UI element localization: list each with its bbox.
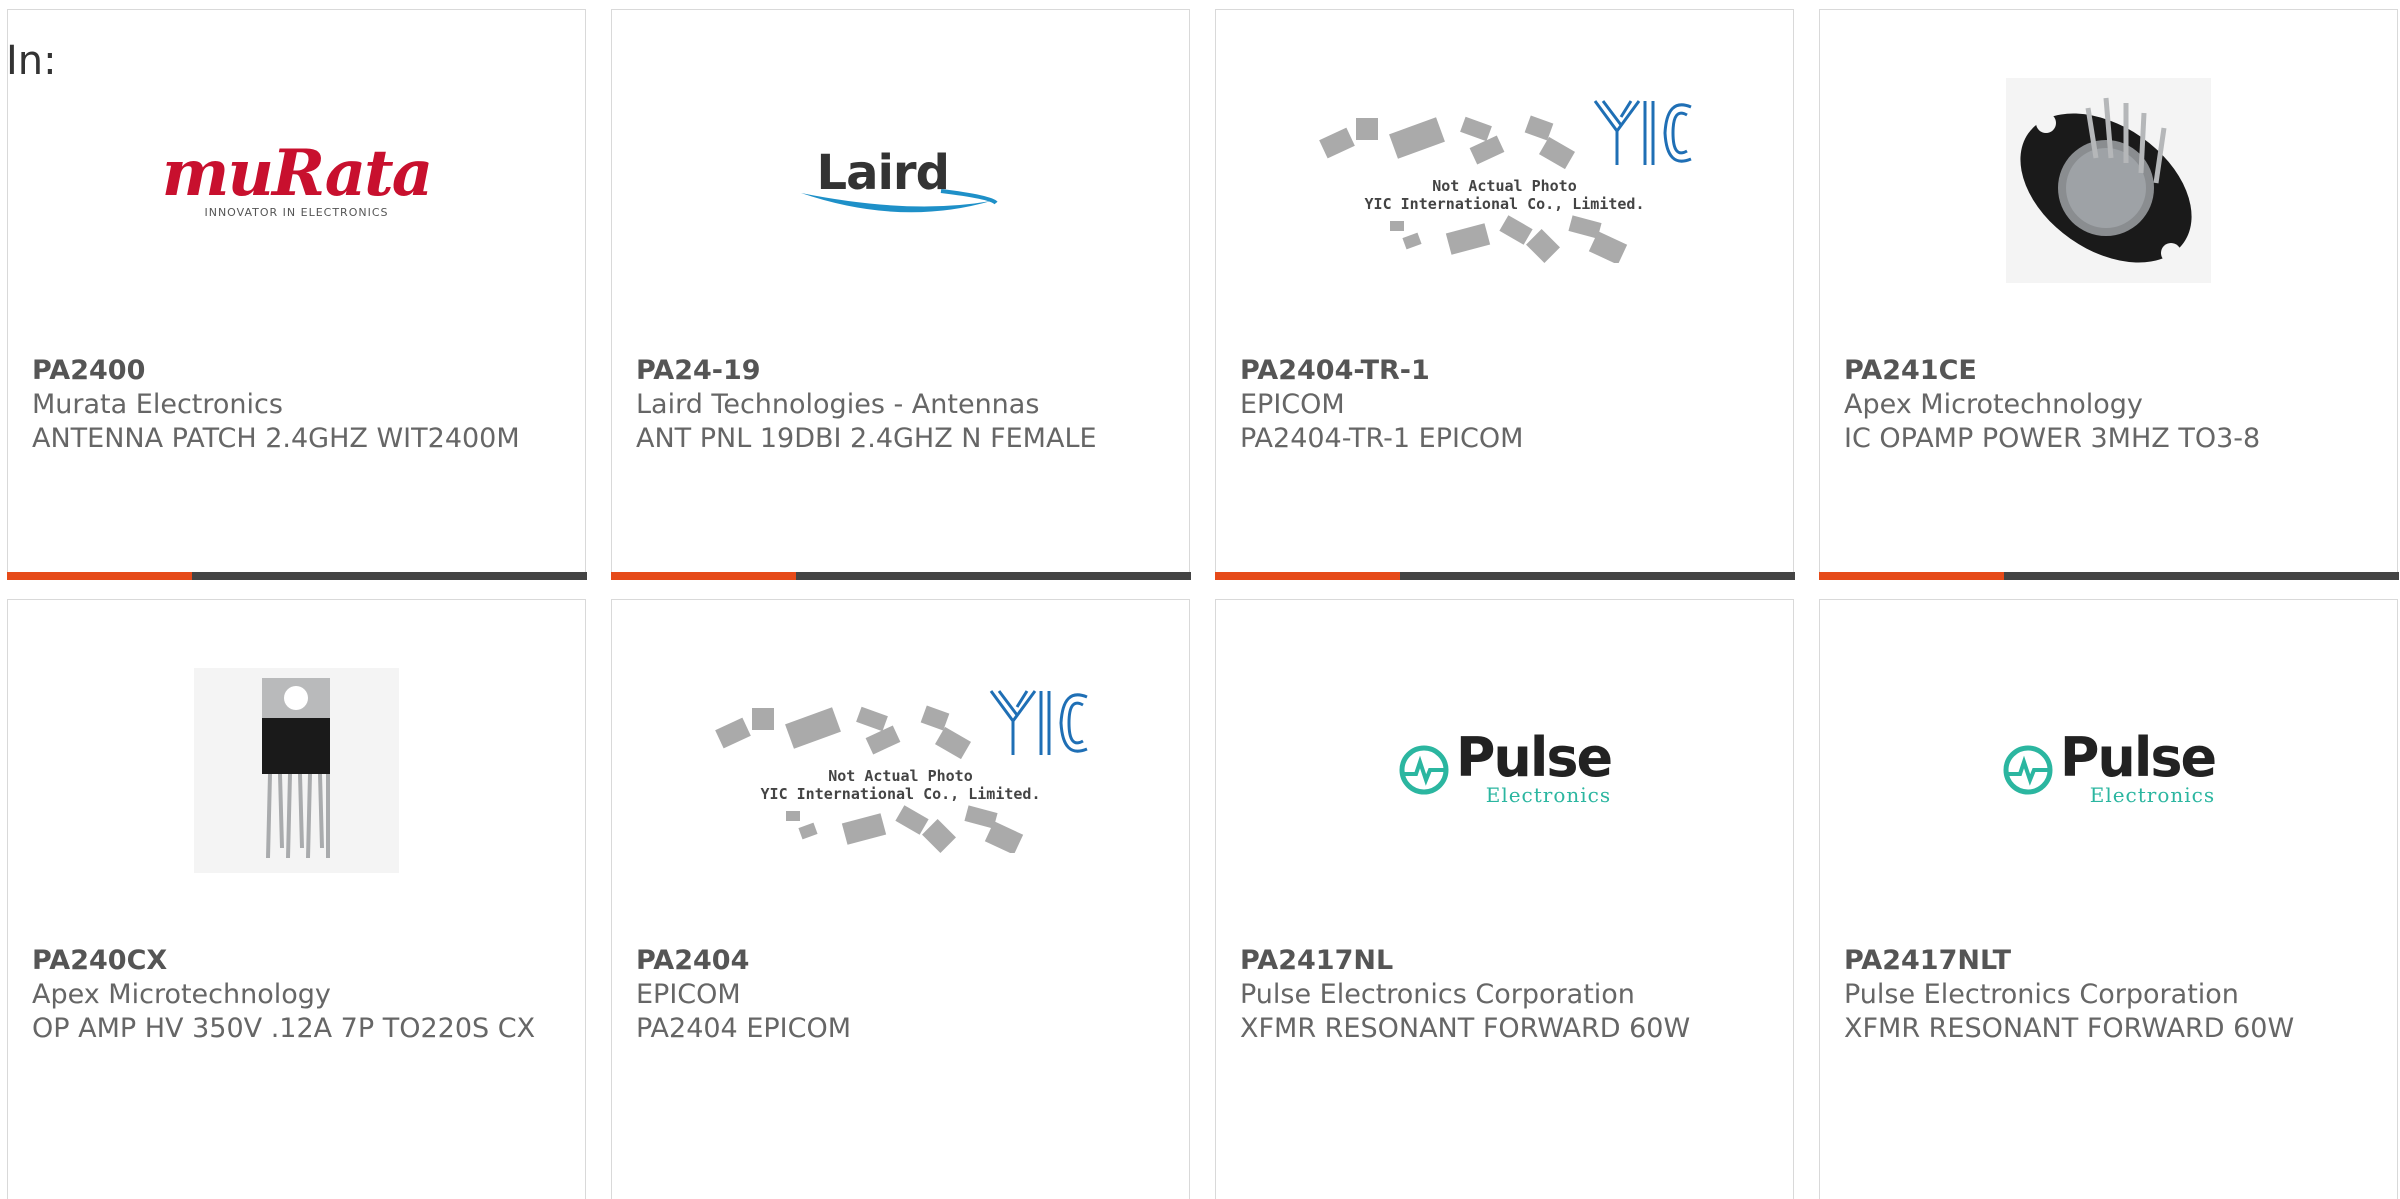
manufacturer: Pulse Electronics Corporation bbox=[1844, 979, 2239, 1010]
product-card[interactable]: Pulse Electronics PA2417NLT Pulse Electr… bbox=[1819, 599, 2398, 1199]
part-number-link[interactable]: PA241CE bbox=[1844, 354, 2377, 388]
product-info: PA2404 EPICOM PA2404 EPICOM bbox=[636, 944, 1169, 1046]
description: IC OPAMP POWER 3MHZ TO3-8 bbox=[1844, 423, 2261, 454]
yic-placeholder-icon: Not Actual Photo YIC International Co., … bbox=[708, 683, 1093, 857]
filter-label: In: bbox=[6, 38, 57, 84]
pulse-logo-icon: Pulse Electronics bbox=[2002, 726, 2217, 807]
product-info: PA2400 Murata Electronics ANTENNA PATCH … bbox=[32, 354, 565, 456]
placeholder-company: YIC International Co., Limited. bbox=[1364, 195, 1645, 213]
to220-package-icon bbox=[194, 667, 399, 873]
manufacturer: Pulse Electronics Corporation bbox=[1240, 979, 1635, 1010]
manufacturer: Apex Microtechnology bbox=[32, 979, 331, 1010]
card-bottom-bar bbox=[1214, 572, 1795, 580]
product-info: PA2417NLT Pulse Electronics Corporation … bbox=[1844, 944, 2377, 1046]
product-info: PA2404-TR-1 EPICOM PA2404-TR-1 EPICOM bbox=[1240, 354, 1773, 456]
card-bottom-bar bbox=[1818, 572, 2399, 580]
part-number-link[interactable]: PA24-19 bbox=[636, 354, 1169, 388]
description: ANTENNA PATCH 2.4GHZ WIT2400M bbox=[32, 423, 520, 454]
logo-wordmark: Pulse bbox=[2059, 726, 2217, 789]
description: OP AMP HV 350V .12A 7P TO220S CX bbox=[32, 1013, 536, 1044]
manufacturer: EPICOM bbox=[636, 979, 741, 1010]
card-bottom-bar bbox=[610, 572, 1191, 580]
pulse-logo-icon: Pulse Electronics bbox=[1398, 726, 1613, 807]
card-bottom-bar bbox=[6, 572, 587, 580]
yic-placeholder-icon: Not Actual Photo YIC International Co., … bbox=[1312, 93, 1697, 267]
product-card[interactable]: PA240CX Apex Microtechnology OP AMP HV 3… bbox=[7, 599, 586, 1199]
product-grid: muRata INNOVATOR IN ELECTRONICS PA2400 M… bbox=[0, 0, 2400, 1199]
product-info: PA24-19 Laird Technologies - Antennas AN… bbox=[636, 354, 1169, 456]
to3-package-icon bbox=[2006, 77, 2211, 283]
manufacturer: Murata Electronics bbox=[32, 389, 283, 420]
product-image[interactable]: Laird bbox=[612, 10, 1189, 350]
logo-wordmark: Pulse bbox=[1455, 726, 1613, 789]
product-info: PA241CE Apex Microtechnology IC OPAMP PO… bbox=[1844, 354, 2377, 456]
placeholder-company: YIC International Co., Limited. bbox=[760, 785, 1041, 803]
product-card[interactable]: Laird PA24-19 Laird Technologies - Anten… bbox=[610, 9, 1191, 580]
description: XFMR RESONANT FORWARD 60W bbox=[1240, 1013, 1691, 1044]
laird-logo-icon: Laird bbox=[791, 145, 1011, 215]
product-card[interactable]: Not Actual Photo YIC International Co., … bbox=[1214, 9, 1795, 580]
part-number-link[interactable]: PA2404 bbox=[636, 944, 1169, 978]
part-number-link[interactable]: PA2417NLT bbox=[1844, 944, 2377, 978]
logo-wordmark: muRata bbox=[161, 135, 433, 211]
part-number-link[interactable]: PA240CX bbox=[32, 944, 565, 978]
part-number-link[interactable]: PA2404-TR-1 bbox=[1240, 354, 1773, 388]
product-image[interactable]: Not Actual Photo YIC International Co., … bbox=[1216, 10, 1793, 350]
part-number-link[interactable]: PA2400 bbox=[32, 354, 565, 388]
product-image[interactable]: Pulse Electronics bbox=[1216, 600, 1793, 940]
murata-logo-icon: muRata INNOVATOR IN ELECTRONICS bbox=[161, 135, 433, 219]
product-info: PA2417NL Pulse Electronics Corporation X… bbox=[1240, 944, 1773, 1046]
product-image[interactable]: muRata INNOVATOR IN ELECTRONICS bbox=[8, 10, 585, 350]
product-image[interactable] bbox=[8, 600, 585, 940]
product-info: PA240CX Apex Microtechnology OP AMP HV 3… bbox=[32, 944, 565, 1046]
manufacturer: EPICOM bbox=[1240, 389, 1345, 420]
product-image[interactable]: Not Actual Photo YIC International Co., … bbox=[612, 600, 1189, 940]
manufacturer: Laird Technologies - Antennas bbox=[636, 389, 1040, 420]
description: PA2404 EPICOM bbox=[636, 1013, 852, 1044]
placeholder-notice: Not Actual Photo bbox=[1432, 177, 1577, 195]
product-card[interactable]: Pulse Electronics PA2417NL Pulse Electro… bbox=[1215, 599, 1794, 1199]
manufacturer: Apex Microtechnology bbox=[1844, 389, 2143, 420]
description: ANT PNL 19DBI 2.4GHZ N FEMALE bbox=[636, 423, 1097, 454]
placeholder-notice: Not Actual Photo bbox=[828, 767, 973, 785]
description: PA2404-TR-1 EPICOM bbox=[1240, 423, 1524, 454]
product-card[interactable]: PA241CE Apex Microtechnology IC OPAMP PO… bbox=[1818, 9, 2399, 580]
product-card[interactable]: muRata INNOVATOR IN ELECTRONICS PA2400 M… bbox=[6, 9, 587, 580]
description: XFMR RESONANT FORWARD 60W bbox=[1844, 1013, 2295, 1044]
part-number-link[interactable]: PA2417NL bbox=[1240, 944, 1773, 978]
product-image[interactable]: Pulse Electronics bbox=[1820, 600, 2397, 940]
product-image[interactable] bbox=[1820, 10, 2397, 350]
product-card[interactable]: Not Actual Photo YIC International Co., … bbox=[611, 599, 1190, 1199]
